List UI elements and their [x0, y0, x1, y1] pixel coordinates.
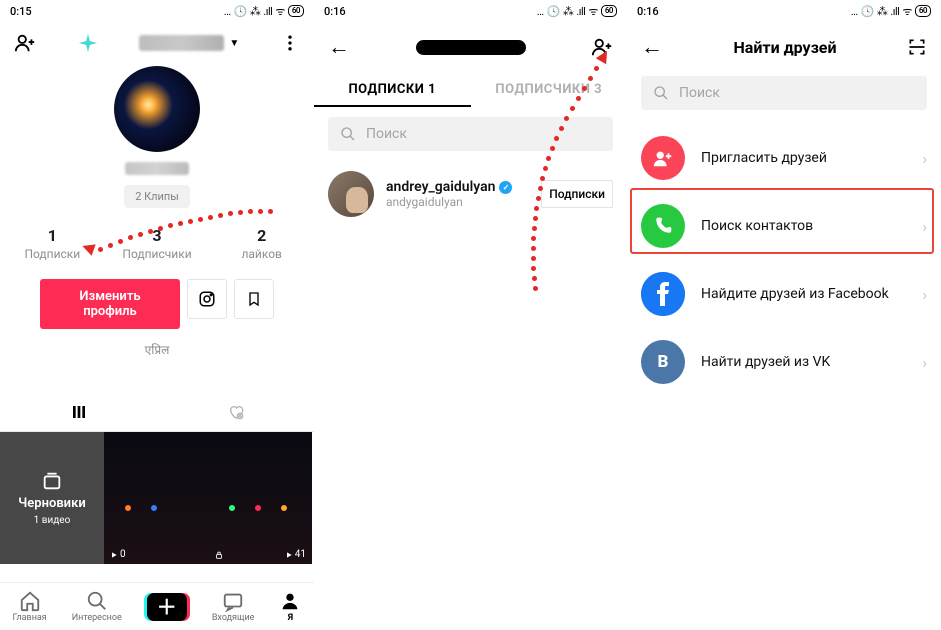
invite-icon	[641, 136, 685, 180]
battery-icon: 60	[288, 5, 304, 17]
invite-friends-row[interactable]: Пригласить друзей ›	[627, 124, 941, 192]
nav-create[interactable]: ＋	[147, 593, 187, 621]
tab-following[interactable]: ПОДПИСКИ 1	[314, 72, 471, 105]
chevron-right-icon: ›	[922, 353, 927, 372]
find-vk-row[interactable]: B Найти друзей из VK ›	[627, 328, 941, 396]
liked-tab-icon[interactable]	[157, 392, 314, 431]
caret-down-icon: ▼	[229, 38, 239, 49]
video-thumbnails: Черновики 1 видео 0 41	[0, 432, 314, 564]
status-bar: 0:16 …🕓⁂.ıllᯤ 60	[314, 0, 627, 22]
following-list-screen: 0:16 …🕓⁂.ıllᯤ 60 ← ПОДПИСКИ 1 ПОДПИСЧИКИ…	[314, 0, 627, 630]
status-icons: …🕓⁂.ıllᯤ 60	[537, 4, 617, 19]
find-contacts-row[interactable]: Поиск контактов ›	[627, 192, 941, 260]
find-friends-header: ← Найти друзей	[627, 22, 941, 72]
bookmark-button[interactable]	[234, 279, 274, 319]
battery-icon: 60	[601, 5, 617, 17]
find-facebook-row[interactable]: Найдите друзей из Facebook ›	[627, 260, 941, 328]
clock: 0:16	[637, 5, 659, 18]
tab-followers[interactable]: ПОДПИСЧИКИ 3	[471, 72, 628, 105]
profile-picture[interactable]	[114, 66, 200, 152]
following-button[interactable]: Подписки	[541, 180, 613, 208]
nav-inbox[interactable]: Входящие	[212, 590, 255, 623]
handle-hidden	[125, 162, 189, 175]
username-hidden	[139, 35, 224, 51]
search-input[interactable]: Поиск	[328, 117, 613, 151]
edit-profile-button[interactable]: Изменить профиль	[40, 279, 180, 329]
nav-home[interactable]: Главная	[13, 590, 47, 623]
drafts-thumbnail[interactable]: Черновики 1 видео	[0, 432, 104, 564]
battery-icon: 60	[915, 5, 931, 17]
username-hidden	[416, 40, 526, 55]
list-header: ←	[314, 22, 627, 72]
add-person-icon[interactable]	[14, 32, 36, 54]
back-icon[interactable]: ←	[641, 34, 663, 60]
facebook-icon	[641, 272, 685, 316]
chevron-right-icon: ›	[922, 285, 927, 304]
likes-count[interactable]: 2 лайков	[209, 226, 314, 261]
video-thumbnail-2[interactable]: 41	[208, 432, 312, 564]
friend-username: andrey_gaidulyan ✓	[386, 179, 529, 195]
profile-counts: 1 Подписки 3 Подписчики 2 лайков	[0, 226, 314, 261]
sparkle-icon[interactable]	[77, 32, 99, 54]
phone-icon	[641, 204, 685, 248]
verified-icon: ✓	[499, 181, 512, 194]
bottom-nav: Главная Интересное ＋ Входящие Я	[0, 582, 314, 630]
status-bar: 0:15 …🕓⁂.ıllᯤ 60	[0, 0, 314, 22]
instagram-button[interactable]	[187, 279, 227, 319]
grid-tab-icon[interactable]	[0, 392, 157, 431]
back-icon[interactable]: ←	[328, 34, 350, 60]
add-person-icon[interactable]	[591, 36, 613, 58]
profile-tabs	[0, 392, 314, 432]
following-item[interactable]: andrey_gaidulyan ✓ andygaidulyan Подписк…	[314, 161, 627, 227]
friend-handle: andygaidulyan	[386, 195, 529, 209]
promo-text: एप्रिल	[0, 341, 314, 358]
search-icon	[653, 85, 669, 101]
scan-icon[interactable]	[907, 37, 927, 57]
chevron-right-icon: ›	[922, 149, 927, 168]
find-friends-screen: 0:16 …🕓⁂.ıllᯤ 60 ← Найти друзей Поиск Пр…	[627, 0, 941, 630]
avatar	[328, 171, 374, 217]
clock: 0:16	[324, 5, 346, 18]
video-thumbnail-1[interactable]: 0	[104, 432, 208, 564]
profile-header: ▼	[0, 22, 314, 60]
clock: 0:15	[10, 5, 32, 18]
profile-screen: 0:15 …🕓⁂.ıllᯤ 60 ▼ 2 Клипы	[0, 0, 314, 630]
status-icons: …🕓⁂.ıllᯤ 60	[851, 4, 931, 19]
nav-me[interactable]: Я	[279, 590, 301, 623]
following-count[interactable]: 1 Подписки	[0, 226, 105, 261]
status-icons: …🕓⁂.ıllᯤ 60	[224, 4, 304, 19]
chevron-right-icon: ›	[922, 217, 927, 236]
nav-discover[interactable]: Интересное	[72, 590, 122, 623]
status-bar: 0:16 …🕓⁂.ıllᯤ 60	[627, 0, 941, 22]
search-input[interactable]: Поиск	[641, 76, 927, 110]
followers-count[interactable]: 3 Подписчики	[105, 226, 210, 261]
page-title: Найти друзей	[733, 38, 836, 57]
search-icon	[340, 126, 356, 142]
follow-tabs: ПОДПИСКИ 1 ПОДПИСЧИКИ 3	[314, 72, 627, 105]
username-dropdown[interactable]: ▼	[139, 35, 239, 51]
menu-icon[interactable]	[280, 33, 300, 53]
vk-icon: B	[641, 340, 685, 384]
clips-count-pill[interactable]: 2 Клипы	[124, 185, 190, 208]
